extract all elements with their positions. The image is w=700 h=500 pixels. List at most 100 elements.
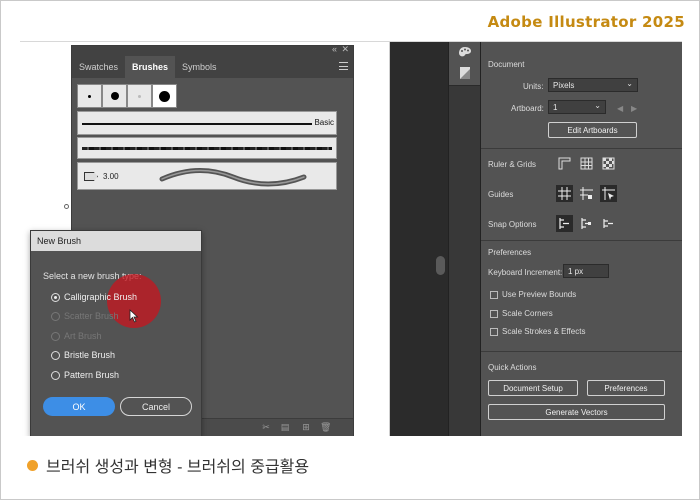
brush-tip-large[interactable] [152,84,177,108]
art-brush-value: 3.00 [103,172,119,181]
close-icon[interactable]: ✕ [341,44,349,55]
tab-symbols[interactable]: Symbols [175,56,224,78]
preferences-button[interactable]: Preferences [587,380,665,396]
option-label: Calligraphic Brush [64,292,138,302]
palette-icon[interactable] [458,46,472,58]
generate-vectors-button[interactable]: Generate Vectors [488,404,665,420]
scale-corners-checkbox[interactable]: Scale Corners [490,309,553,318]
basic-label: Basic [314,118,334,127]
brush-tip-medium[interactable] [102,84,127,108]
document-setup-button[interactable]: Document Setup [488,380,578,396]
brand-title: Adobe Illustrator 2025 [487,13,685,31]
anchor-handle [64,204,69,209]
panel-title-bar: « ✕ [72,44,353,56]
cancel-button[interactable]: Cancel [120,397,192,416]
tab-swatches[interactable]: Swatches [72,56,125,78]
mouse-pointer-icon [129,309,139,323]
divider [481,148,682,149]
new-brush-icon[interactable]: ⊞ [301,422,311,433]
grid-icon[interactable] [578,155,595,172]
screenshot-area: « ✕ Swatches Brushes Symbols Basic 3.00 … [20,41,682,436]
panel-icon-group [449,42,480,86]
panel-menu-icon[interactable] [339,62,348,70]
lock-guides-icon[interactable] [578,185,595,202]
scale-strokes-checkbox[interactable]: Scale Strokes & Effects [490,327,585,336]
bullet-icon [27,459,38,471]
snap-options-label: Snap Options [488,220,537,229]
slide-frame: Adobe Illustrator 2025 « ✕ Swatches Brus… [0,0,700,500]
option-calligraphic[interactable]: Calligraphic Brush [51,292,137,302]
units-value: Pixels [553,81,575,90]
brush-tip-faint[interactable] [127,84,152,108]
transparency-grid-icon[interactable] [600,155,617,172]
previous-artboard-icon[interactable]: ◀ [617,104,623,113]
dialog-title: New Brush [31,231,201,251]
use-preview-bounds-checkbox[interactable]: Use Preview Bounds [490,290,576,299]
libraries-icon[interactable] [459,66,471,80]
option-label: Scatter Brush [64,311,119,321]
brush-tip-row [77,84,177,108]
divider [481,351,682,352]
new-brush-dialog: New Brush Select a new brush type: Calli… [30,230,202,436]
radio-art [51,331,60,341]
brush-tip-small[interactable] [77,84,102,108]
option-label: Art Brush [64,331,102,341]
chevron-down-icon: ⌄ [626,79,633,88]
delete-brush-icon[interactable]: 🗑 [320,422,331,433]
ruler-grids-label: Ruler & Grids [488,160,537,169]
ok-button[interactable]: OK [43,397,115,416]
radio-bristle[interactable] [51,350,60,360]
radio-calligraphic[interactable] [51,292,60,302]
divider [481,240,682,241]
snap-to-glyph-icon[interactable] [600,215,617,232]
units-label: Units: [523,82,544,91]
edit-artboards-button[interactable]: Edit Artboards [548,122,637,138]
checkbox-label: Use Preview Bounds [502,290,577,299]
option-art: Art Brush [51,331,102,341]
chevron-down-icon: ⌄ [594,101,601,110]
artboard-value: 1 [553,103,558,112]
keyboard-increment-label: Keyboard Increment: [488,268,563,277]
smart-guides-icon[interactable] [600,185,617,202]
artboard-label: Artboard: [511,104,544,113]
panel-icon-strip [448,42,481,436]
show-guides-icon[interactable] [556,185,573,202]
brush-charcoal[interactable] [77,137,337,159]
collapse-icon[interactable]: « [332,44,337,54]
keyboard-increment-input[interactable]: 1 px [563,264,609,278]
snap-to-point-icon[interactable] [556,215,573,232]
option-label: Bristle Brush [64,350,116,360]
guides-label: Guides [488,190,514,199]
properties-panel: Document Units: Pixels ⌄ Artboard: 1 ⌄ ◀… [481,42,682,436]
checkbox-box[interactable] [490,309,498,318]
option-bristle[interactable]: Bristle Brush [51,350,115,360]
options-icon[interactable]: ▤ [280,422,290,433]
option-label: Pattern Brush [64,370,120,380]
document-heading: Document [488,60,525,69]
checkbox-box[interactable] [490,327,498,336]
checkbox-box[interactable] [490,290,498,299]
radio-scatter [51,311,60,321]
checkbox-label: Scale Corners [502,309,553,318]
snap-to-pixel-icon[interactable] [578,215,595,232]
panel-tabs: Swatches Brushes Symbols [72,56,353,78]
ruler-icon[interactable] [556,155,573,172]
art-brush-arrow-icon [84,172,98,181]
preferences-heading: Preferences [488,248,532,257]
brush-art[interactable]: 3.00 [77,162,337,190]
next-artboard-icon[interactable]: ▶ [631,104,637,113]
art-brush-stroke-preview [159,167,307,187]
option-scatter: Scatter Brush [51,311,119,321]
keyboard-increment-value: 1 px [568,267,584,276]
option-pattern[interactable]: Pattern Brush [51,370,119,380]
radio-pattern[interactable] [51,370,60,380]
quick-actions-heading: Quick Actions [488,363,537,372]
checkbox-label: Scale Strokes & Effects [502,327,586,336]
tab-brushes[interactable]: Brushes [125,56,176,78]
scrollbar-handle[interactable] [436,256,445,275]
slide-caption: 브러쉬 생성과 변형 - 브러쉬의 중급활용 [27,453,309,477]
brush-basic[interactable]: Basic [77,111,337,135]
artboard-select[interactable]: 1 ⌄ [548,100,606,114]
units-select[interactable]: Pixels ⌄ [548,78,638,92]
remove-stroke-icon[interactable]: ✂ [261,422,271,433]
